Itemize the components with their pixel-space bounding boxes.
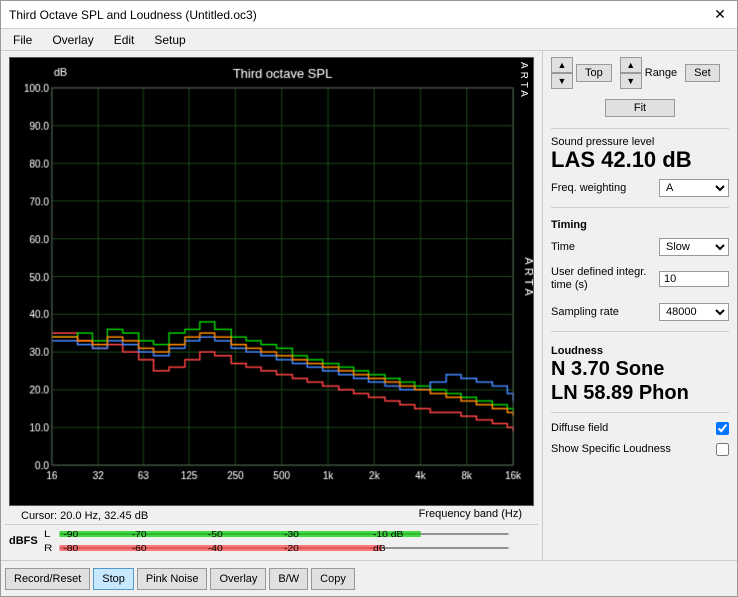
dbfs-scale: L -90 -70 -50 -30 -10 dB R <box>44 527 534 555</box>
top-updown: ▲ ▼ <box>551 57 573 89</box>
user-defined-label: User defined integr. time (s) <box>551 266 651 292</box>
dbfs-row: dBFS L -90 -70 -50 -30 -10 dB R <box>5 524 538 556</box>
menu-setup[interactable]: Setup <box>150 32 189 48</box>
sampling-rate-row: Sampling rate 48000 44100 96000 <box>551 303 729 321</box>
show-specific-label: Show Specific Loudness <box>551 443 671 455</box>
svg-text:-10 dB: -10 dB <box>373 530 403 539</box>
pink-noise-button[interactable]: Pink Noise <box>137 568 208 590</box>
chart-bottom: Cursor: 20.0 Hz, 32.45 dB Frequency band… <box>5 508 538 524</box>
menu-edit[interactable]: Edit <box>110 32 139 48</box>
freq-weighting-label: Freq. weighting <box>551 182 626 194</box>
menu-overlay[interactable]: Overlay <box>48 32 97 48</box>
menu-file[interactable]: File <box>9 32 36 48</box>
top-down-button[interactable]: ▼ <box>551 73 573 89</box>
freq-weighting-select[interactable]: A C Z <box>659 179 729 197</box>
svg-text:-90: -90 <box>63 530 78 539</box>
show-specific-checkbox[interactable] <box>716 443 729 456</box>
svg-text:-20: -20 <box>284 544 299 553</box>
top-up-button[interactable]: ▲ <box>551 57 573 73</box>
chart-canvas <box>10 58 533 505</box>
svg-text:-40: -40 <box>208 544 223 553</box>
range-up-button[interactable]: ▲ <box>620 57 642 73</box>
diffuse-field-checkbox[interactable] <box>716 422 729 435</box>
divider-2 <box>551 207 729 208</box>
set-button[interactable]: Set <box>685 64 720 82</box>
arta-label: ARTA <box>518 62 529 100</box>
record-reset-button[interactable]: Record/Reset <box>5 568 90 590</box>
main-content: ARTA Cursor: 20.0 Hz, 32.45 dB Frequency… <box>1 51 737 560</box>
spl-section: Sound pressure level LAS 42.10 dB <box>551 136 729 172</box>
bw-button[interactable]: B/W <box>269 568 308 590</box>
svg-text:-60: -60 <box>131 544 146 553</box>
loudness-value-1: N 3.70 Sone <box>551 357 729 381</box>
title-bar: Third Octave SPL and Loudness (Untitled.… <box>1 1 737 29</box>
svg-text:-30: -30 <box>284 530 299 539</box>
cursor-info: Cursor: 20.0 Hz, 32.45 dB <box>13 508 156 524</box>
close-button[interactable]: ✕ <box>711 6 729 24</box>
svg-text:R: R <box>44 544 53 554</box>
spl-value: LAS 42.10 dB <box>551 148 729 172</box>
right-panel: ▲ ▼ Top ▲ ▼ Range Set Fit <box>542 51 737 560</box>
divider-1 <box>551 128 729 129</box>
diffuse-field-row: Diffuse field <box>551 422 729 435</box>
range-down-button[interactable]: ▼ <box>620 73 642 89</box>
freq-weighting-row: Freq. weighting A C Z <box>551 179 729 197</box>
divider-4 <box>551 412 729 413</box>
svg-text:-50: -50 <box>208 530 223 539</box>
user-defined-row: User defined integr. time (s) <box>551 266 729 292</box>
time-label: Time <box>551 241 575 253</box>
sampling-rate-select[interactable]: 48000 44100 96000 <box>659 303 729 321</box>
timing-header: Timing <box>551 219 729 231</box>
chart-area: ARTA Cursor: 20.0 Hz, 32.45 dB Frequency… <box>1 51 542 560</box>
loudness-header: Loudness <box>551 345 729 357</box>
window-title: Third Octave SPL and Loudness (Untitled.… <box>9 8 257 22</box>
loudness-section: Loudness N 3.70 Sone LN 58.89 Phon <box>551 341 729 405</box>
show-specific-row: Show Specific Loudness <box>551 443 729 456</box>
overlay-button[interactable]: Overlay <box>210 568 266 590</box>
loudness-value-2: LN 58.89 Phon <box>551 381 729 405</box>
time-row: Time Slow Fast Impulse <box>551 238 729 256</box>
svg-text:L: L <box>44 530 51 540</box>
range-updown: ▲ ▼ <box>620 57 642 89</box>
svg-text:dB: dB <box>373 544 386 553</box>
menu-bar: File Overlay Edit Setup <box>1 29 737 51</box>
fit-button[interactable]: Fit <box>605 99 675 117</box>
stop-button[interactable]: Stop <box>93 568 134 590</box>
diffuse-field-label: Diffuse field <box>551 422 608 434</box>
range-label: Range <box>645 67 677 79</box>
time-select[interactable]: Slow Fast Impulse <box>659 238 729 256</box>
sampling-rate-label: Sampling rate <box>551 306 619 318</box>
button-bar: Record/Reset Stop Pink Noise Overlay B/W… <box>1 560 737 596</box>
copy-button[interactable]: Copy <box>311 568 355 590</box>
main-window: Third Octave SPL and Loudness (Untitled.… <box>0 0 738 597</box>
user-defined-input[interactable] <box>659 271 729 287</box>
freq-band-label: Frequency band (Hz) <box>419 508 530 524</box>
divider-3 <box>551 331 729 332</box>
svg-text:-70: -70 <box>131 530 146 539</box>
svg-text:-80: -80 <box>63 544 78 553</box>
top-controls-row: ▲ ▼ Top ▲ ▼ Range Set <box>551 57 729 89</box>
dbfs-label: dBFS <box>9 535 38 547</box>
top-button[interactable]: Top <box>576 64 612 82</box>
